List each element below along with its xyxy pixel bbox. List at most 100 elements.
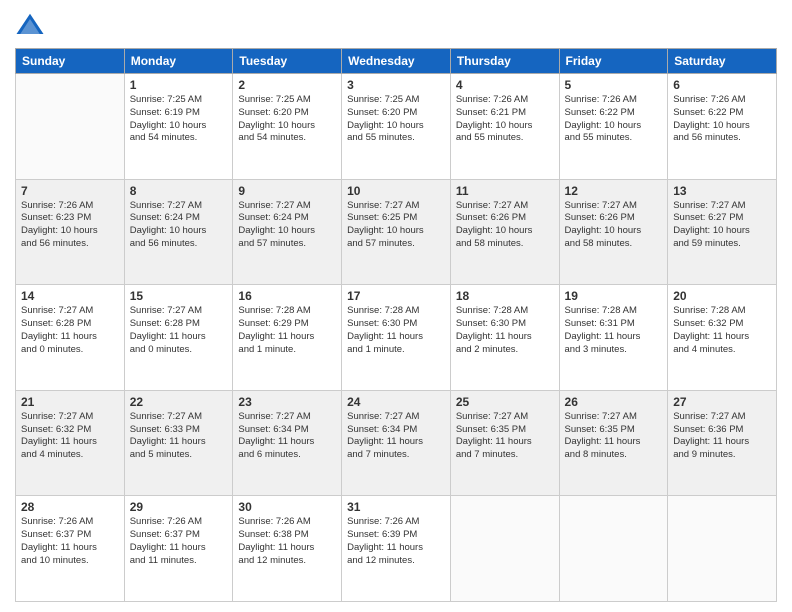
day-cell: 9 Sunrise: 7:27 AM Sunset: 6:24 PM Daylig… — [233, 179, 342, 285]
day-number: 16 — [238, 289, 336, 303]
day-number: 19 — [565, 289, 663, 303]
day-cell: 23Sunrise: 7:27 AM Sunset: 6:34 PM Dayli… — [233, 390, 342, 496]
day-info: Sunrise: 7:27 AM Sunset: 6:35 PM Dayligh… — [565, 411, 663, 462]
day-cell: 13 Sunrise: 7:27 AM Sunset: 6:27 PM Dayli… — [668, 179, 777, 285]
day-info: Sunrise: 7:26 AM Sunset: 6:23 PM Dayligh… — [21, 200, 119, 251]
day-number: 5 — [565, 78, 663, 92]
day-number: 18 — [456, 289, 554, 303]
day-cell: 17 Sunrise: 7:28 AM Sunset: 6:30 PM Dayli… — [342, 285, 451, 391]
day-cell: 7Sunrise: 7:26 AM Sunset: 6:23 PM Daylig… — [16, 179, 125, 285]
day-info: Sunrise: 7:28 AM Sunset: 6:29 PM Dayligh… — [238, 305, 336, 356]
day-number: 21 — [21, 395, 119, 409]
day-cell: 14 Sunrise: 7:27 AM Sunset: 6:28 PM Dayli… — [16, 285, 125, 391]
day-info: Sunrise: 7:26 AM Sunset: 6:37 PM Dayligh… — [130, 516, 228, 567]
day-number: 6 — [673, 78, 771, 92]
day-number: 25 — [456, 395, 554, 409]
day-number: 23 — [238, 395, 336, 409]
day-cell: 5 Sunrise: 7:26 AM Sunset: 6:22 PM Daylig… — [559, 74, 668, 180]
day-info: Sunrise: 7:26 AM Sunset: 6:22 PM Dayligh… — [565, 94, 663, 145]
day-info: Sunrise: 7:26 AM Sunset: 6:39 PM Dayligh… — [347, 516, 445, 567]
day-info: Sunrise: 7:26 AM Sunset: 6:22 PM Dayligh… — [673, 94, 771, 145]
day-cell: 12Sunrise: 7:27 AM Sunset: 6:26 PM Dayli… — [559, 179, 668, 285]
week-row-4: 21 Sunrise: 7:27 AM Sunset: 6:32 PM Dayli… — [16, 390, 777, 496]
day-number: 27 — [673, 395, 771, 409]
day-number: 22 — [130, 395, 228, 409]
day-info: Sunrise: 7:28 AM Sunset: 6:31 PM Dayligh… — [565, 305, 663, 356]
day-number: 26 — [565, 395, 663, 409]
day-info: Sunrise: 7:27 AM Sunset: 6:26 PM Dayligh… — [565, 200, 663, 251]
day-number: 10 — [347, 184, 445, 198]
header — [15, 10, 777, 40]
day-number: 17 — [347, 289, 445, 303]
day-info: Sunrise: 7:27 AM Sunset: 6:34 PM Dayligh… — [347, 411, 445, 462]
day-cell: 24 Sunrise: 7:27 AM Sunset: 6:34 PM Dayli… — [342, 390, 451, 496]
day-info: Sunrise: 7:27 AM Sunset: 6:24 PM Dayligh… — [238, 200, 336, 251]
weekday-sunday: Sunday — [16, 49, 125, 74]
day-cell: 2 Sunrise: 7:25 AM Sunset: 6:20 PM Daylig… — [233, 74, 342, 180]
day-cell: 15 Sunrise: 7:27 AM Sunset: 6:28 PM Dayli… — [124, 285, 233, 391]
day-number: 15 — [130, 289, 228, 303]
day-cell — [559, 496, 668, 602]
day-cell — [668, 496, 777, 602]
week-row-1: 1 Sunrise: 7:25 AM Sunset: 6:19 PM Daylig… — [16, 74, 777, 180]
day-cell — [16, 74, 125, 180]
day-cell: 22 Sunrise: 7:27 AM Sunset: 6:33 PM Dayli… — [124, 390, 233, 496]
day-number: 9 — [238, 184, 336, 198]
weekday-wednesday: Wednesday — [342, 49, 451, 74]
calendar-table: SundayMondayTuesdayWednesdayThursdayFrid… — [15, 48, 777, 602]
day-number: 2 — [238, 78, 336, 92]
weekday-monday: Monday — [124, 49, 233, 74]
day-info: Sunrise: 7:27 AM Sunset: 6:28 PM Dayligh… — [21, 305, 119, 356]
day-cell: 10 Sunrise: 7:27 AM Sunset: 6:25 PM Dayli… — [342, 179, 451, 285]
day-cell: 29Sunrise: 7:26 AM Sunset: 6:37 PM Dayli… — [124, 496, 233, 602]
day-info: Sunrise: 7:27 AM Sunset: 6:24 PM Dayligh… — [130, 200, 228, 251]
day-cell: 30 Sunrise: 7:26 AM Sunset: 6:38 PM Dayli… — [233, 496, 342, 602]
day-cell: 1 Sunrise: 7:25 AM Sunset: 6:19 PM Daylig… — [124, 74, 233, 180]
day-info: Sunrise: 7:26 AM Sunset: 6:21 PM Dayligh… — [456, 94, 554, 145]
week-row-3: 14 Sunrise: 7:27 AM Sunset: 6:28 PM Dayli… — [16, 285, 777, 391]
day-info: Sunrise: 7:27 AM Sunset: 6:26 PM Dayligh… — [456, 200, 554, 251]
day-info: Sunrise: 7:27 AM Sunset: 6:25 PM Dayligh… — [347, 200, 445, 251]
day-cell — [450, 496, 559, 602]
weekday-thursday: Thursday — [450, 49, 559, 74]
logo-icon — [15, 10, 45, 40]
day-number: 30 — [238, 500, 336, 514]
day-number: 20 — [673, 289, 771, 303]
day-info: Sunrise: 7:25 AM Sunset: 6:20 PM Dayligh… — [238, 94, 336, 145]
day-info: Sunrise: 7:27 AM Sunset: 6:33 PM Dayligh… — [130, 411, 228, 462]
day-number: 11 — [456, 184, 554, 198]
day-cell: 4 Sunrise: 7:26 AM Sunset: 6:21 PM Daylig… — [450, 74, 559, 180]
day-number: 8 — [130, 184, 228, 198]
day-cell: 16 Sunrise: 7:28 AM Sunset: 6:29 PM Dayli… — [233, 285, 342, 391]
day-cell: 19 Sunrise: 7:28 AM Sunset: 6:31 PM Dayli… — [559, 285, 668, 391]
logo — [15, 10, 49, 40]
day-info: Sunrise: 7:26 AM Sunset: 6:38 PM Dayligh… — [238, 516, 336, 567]
day-info: Sunrise: 7:28 AM Sunset: 6:30 PM Dayligh… — [347, 305, 445, 356]
day-info: Sunrise: 7:27 AM Sunset: 6:28 PM Dayligh… — [130, 305, 228, 356]
day-number: 4 — [456, 78, 554, 92]
weekday-friday: Friday — [559, 49, 668, 74]
day-number: 13 — [673, 184, 771, 198]
day-cell: 21 Sunrise: 7:27 AM Sunset: 6:32 PM Dayli… — [16, 390, 125, 496]
day-number: 14 — [21, 289, 119, 303]
day-info: Sunrise: 7:27 AM Sunset: 6:27 PM Dayligh… — [673, 200, 771, 251]
day-number: 31 — [347, 500, 445, 514]
day-number: 1 — [130, 78, 228, 92]
day-cell: 31 Sunrise: 7:26 AM Sunset: 6:39 PM Dayli… — [342, 496, 451, 602]
day-number: 3 — [347, 78, 445, 92]
day-info: Sunrise: 7:27 AM Sunset: 6:36 PM Dayligh… — [673, 411, 771, 462]
weekday-header-row: SundayMondayTuesdayWednesdayThursdayFrid… — [16, 49, 777, 74]
day-info: Sunrise: 7:28 AM Sunset: 6:32 PM Dayligh… — [673, 305, 771, 356]
day-info: Sunrise: 7:27 AM Sunset: 6:32 PM Dayligh… — [21, 411, 119, 462]
day-info: Sunrise: 7:26 AM Sunset: 6:37 PM Dayligh… — [21, 516, 119, 567]
day-cell: 28Sunrise: 7:26 AM Sunset: 6:37 PM Dayli… — [16, 496, 125, 602]
day-cell: 26 Sunrise: 7:27 AM Sunset: 6:35 PM Dayli… — [559, 390, 668, 496]
day-info: Sunrise: 7:25 AM Sunset: 6:19 PM Dayligh… — [130, 94, 228, 145]
week-row-5: 28Sunrise: 7:26 AM Sunset: 6:37 PM Dayli… — [16, 496, 777, 602]
day-cell: 6 Sunrise: 7:26 AM Sunset: 6:22 PM Daylig… — [668, 74, 777, 180]
day-info: Sunrise: 7:28 AM Sunset: 6:30 PM Dayligh… — [456, 305, 554, 356]
day-cell: 18 Sunrise: 7:28 AM Sunset: 6:30 PM Dayli… — [450, 285, 559, 391]
day-cell: 20 Sunrise: 7:28 AM Sunset: 6:32 PM Dayli… — [668, 285, 777, 391]
day-cell: 8 Sunrise: 7:27 AM Sunset: 6:24 PM Daylig… — [124, 179, 233, 285]
day-number: 24 — [347, 395, 445, 409]
